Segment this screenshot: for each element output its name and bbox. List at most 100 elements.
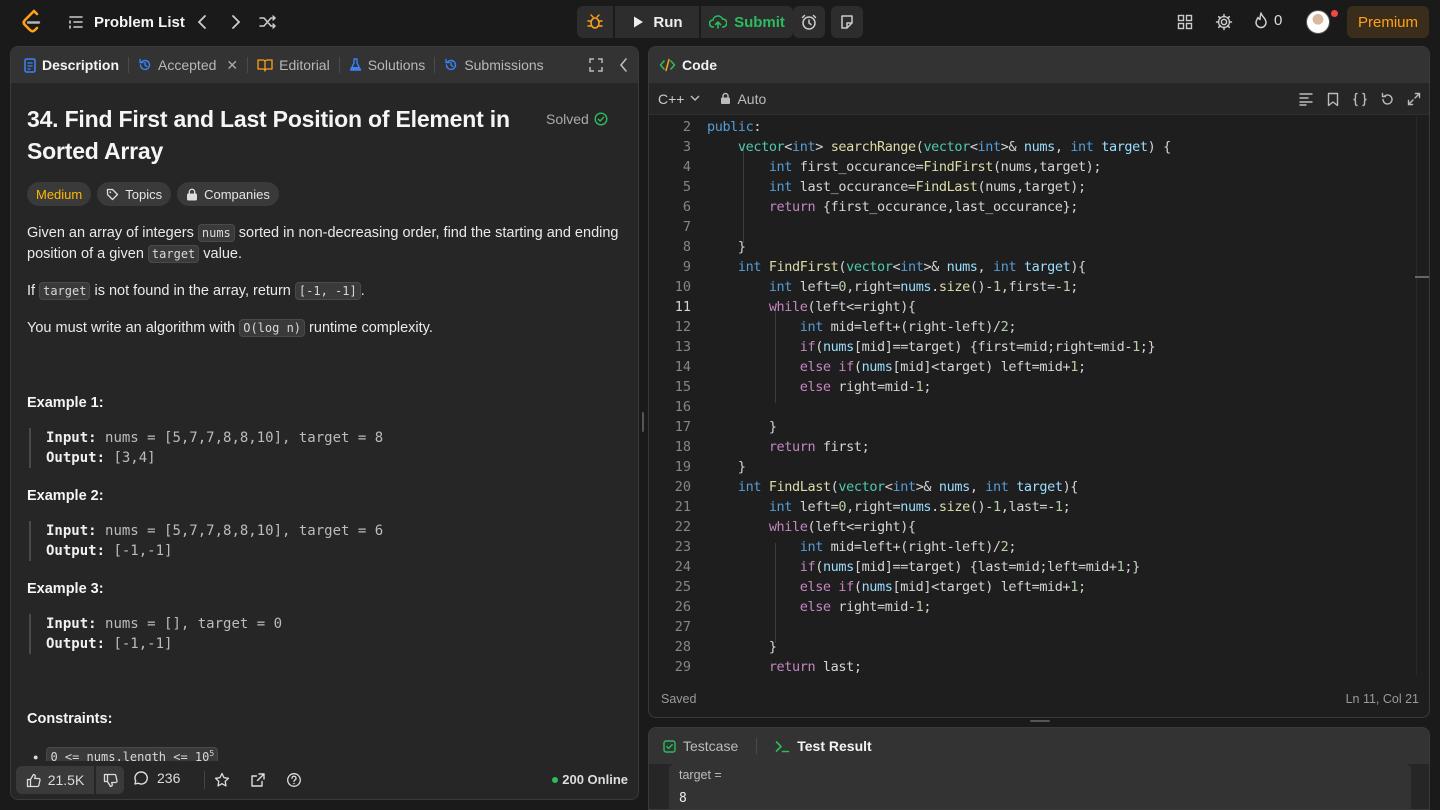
code-editor[interactable]: 2 public: 3 vector<int> searchRange(vecto… xyxy=(649,117,1429,677)
language-select[interactable]: C++ xyxy=(658,91,700,107)
code-line: 28 } xyxy=(674,639,777,655)
example-input: Input: nums = [], target = 0 xyxy=(46,614,282,634)
expand-icon[interactable] xyxy=(1407,92,1421,106)
share-icon[interactable] xyxy=(250,772,266,788)
maximize-icon[interactable] xyxy=(589,58,603,72)
topics-button[interactable]: Topics xyxy=(97,182,172,206)
settings-button[interactable] xyxy=(1215,13,1233,31)
notes-button[interactable] xyxy=(831,6,863,38)
collapse-left-icon[interactable] xyxy=(619,58,628,72)
close-icon[interactable]: ✕ xyxy=(226,57,238,74)
code-icon xyxy=(659,58,676,72)
avatar[interactable] xyxy=(1306,10,1330,34)
dislike-button[interactable] xyxy=(96,766,124,794)
history-icon xyxy=(445,58,457,71)
editor-scrollbar[interactable] xyxy=(1416,117,1417,675)
run-button[interactable]: Run xyxy=(615,6,699,38)
flask-icon xyxy=(349,58,361,71)
solved-label: Solved xyxy=(546,111,589,127)
code-line: 15 else right=mid-1; xyxy=(674,379,932,395)
description-footer: 21.5K 236 200 Online xyxy=(11,761,638,799)
auto-mode-toggle[interactable]: Auto xyxy=(720,91,766,107)
format-icon[interactable] xyxy=(1298,92,1314,106)
submit-button[interactable]: Submit xyxy=(701,6,793,38)
output-value: [-1,-1] xyxy=(113,543,173,559)
tab-submissions[interactable]: Submissions xyxy=(435,47,552,83)
tab-solutions[interactable]: Solutions xyxy=(340,47,435,83)
code-panel-header: Code xyxy=(649,47,1429,83)
terminal-icon xyxy=(775,740,790,752)
code-line: 17 } xyxy=(674,419,777,435)
description-paragraph-3: You must write an algorithm with O(log n… xyxy=(27,318,627,339)
run-label: Run xyxy=(653,13,683,31)
input-label: Input: xyxy=(46,523,97,539)
tab-accepted[interactable]: Accepted ✕ xyxy=(129,47,247,83)
variable-label: target = xyxy=(679,768,722,782)
lock-icon xyxy=(187,188,198,200)
test-input-box: target = 8 xyxy=(669,764,1411,809)
reset-icon[interactable] xyxy=(1380,92,1395,107)
braces-icon[interactable] xyxy=(1352,92,1368,107)
debug-button[interactable] xyxy=(577,6,613,38)
streak-counter[interactable]: 0 xyxy=(1254,12,1282,29)
history-icon xyxy=(139,58,151,71)
code-line: 6 return {first_occurance,last_occurance… xyxy=(682,199,1078,215)
input-label: Input: xyxy=(46,616,97,632)
help-icon[interactable] xyxy=(286,772,302,788)
next-problem-button[interactable] xyxy=(228,12,244,32)
star-icon[interactable] xyxy=(214,772,230,788)
output-value: [3,4] xyxy=(113,450,156,466)
premium-button[interactable]: Premium xyxy=(1347,6,1429,38)
example-input: Input: nums = [5,7,7,8,8,10], target = 8 xyxy=(46,428,383,448)
run-submit-group: Run Submit xyxy=(577,6,793,38)
online-count: 200 Online xyxy=(552,772,628,787)
text: value. xyxy=(199,246,243,262)
check-circle-icon xyxy=(594,112,608,126)
variable-value: 8 xyxy=(679,791,687,806)
tab-testcase-label: Testcase xyxy=(683,738,739,754)
random-problem-button[interactable] xyxy=(258,12,278,32)
output-label: Output: xyxy=(46,543,106,559)
leetcode-logo[interactable] xyxy=(20,9,44,35)
tab-actions xyxy=(589,47,628,83)
text: . xyxy=(360,283,365,299)
code-line: 13 if(nums[mid]==target) {first=mid;righ… xyxy=(674,339,1156,355)
topics-label: Topics xyxy=(125,186,163,202)
tab-testcase[interactable]: Testcase xyxy=(663,738,738,754)
timer-button[interactable] xyxy=(793,6,825,38)
tab-editorial[interactable]: Editorial xyxy=(248,47,339,83)
input-label: Input: xyxy=(46,430,97,446)
code-line: 5 int last_occurance=FindLast(nums,targe… xyxy=(682,179,1086,195)
online-dot xyxy=(552,776,559,783)
bookmark-icon[interactable] xyxy=(1326,92,1340,107)
thumbs-down-icon xyxy=(103,773,118,787)
companies-button[interactable]: Companies xyxy=(177,182,279,206)
chevron-left-icon xyxy=(197,15,206,29)
shuffle-icon xyxy=(259,15,277,29)
problem-list-button[interactable]: Problem List xyxy=(68,11,185,33)
tab-description[interactable]: Description xyxy=(11,47,128,83)
submit-label: Submit xyxy=(734,13,785,31)
tab-accepted-label: Accepted xyxy=(158,57,217,73)
scroll-position-marker xyxy=(1415,276,1429,278)
comments-button[interactable]: 236 xyxy=(133,770,180,786)
thumbs-up-icon xyxy=(26,773,41,787)
streak-count: 0 xyxy=(1274,12,1283,29)
layout-button[interactable] xyxy=(1176,13,1194,31)
document-icon xyxy=(24,57,36,73)
constraints-title: Constraints: xyxy=(27,711,113,727)
vertical-resize-handle[interactable] xyxy=(642,412,644,432)
book-icon xyxy=(257,59,273,72)
text: Given an array of integers xyxy=(27,225,198,241)
save-status: Saved xyxy=(661,692,697,706)
prev-problem-button[interactable] xyxy=(194,12,210,32)
code-line: 7 xyxy=(682,219,691,235)
tab-submissions-label: Submissions xyxy=(464,57,544,73)
layout-grid-icon xyxy=(1177,14,1193,30)
tab-test-result[interactable]: Test Result xyxy=(775,738,872,754)
text: is not found in the array, return xyxy=(90,283,295,299)
chevron-down-icon xyxy=(690,95,700,102)
cloud-upload-icon xyxy=(709,15,728,29)
like-button[interactable]: 21.5K xyxy=(16,766,94,794)
horizontal-resize-handle[interactable] xyxy=(1030,720,1050,722)
